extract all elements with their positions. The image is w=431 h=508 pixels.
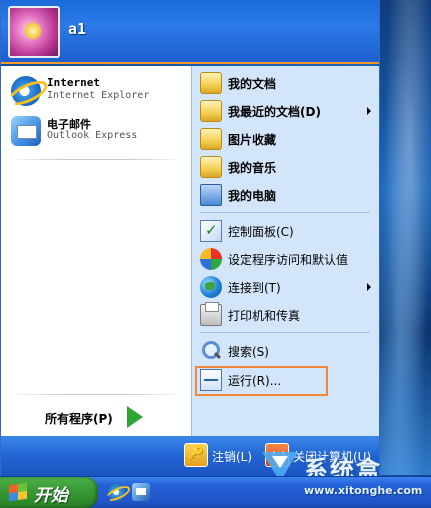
folder-icon (200, 128, 222, 150)
menu-item-label: 打印机和传真 (228, 309, 301, 323)
menu-item-connect-to[interactable]: 连接到(T) (200, 274, 375, 300)
logoff-label: 注销(L) (212, 450, 253, 464)
windows-flag-icon (9, 482, 27, 502)
key-icon (184, 443, 208, 467)
globe-icon (200, 276, 222, 298)
menu-item-my-music[interactable]: 我的音乐 (200, 154, 375, 180)
outlook-express-icon (11, 116, 41, 146)
run-highlight-box (195, 366, 328, 396)
default-programs-icon (200, 248, 222, 270)
menu-item-recent-documents[interactable]: 我最近的文档(D) (200, 98, 375, 124)
menu-item-label: 我的音乐 (228, 161, 277, 175)
pinned-item-subtitle: Internet Explorer (47, 90, 150, 101)
watermark-url: www.xitonghe.com (304, 484, 423, 497)
all-programs-button[interactable]: 所有程序(P) (45, 406, 185, 430)
menu-item-label: 搜索(S) (228, 345, 269, 359)
internet-explorer-icon (11, 76, 41, 106)
menu-item-label: 我的电脑 (228, 189, 277, 203)
submenu-arrow-icon (367, 107, 371, 115)
arrow-right-icon (127, 406, 143, 428)
all-programs-label: 所有程序(P) (45, 412, 113, 426)
quicklaunch-internet-explorer-icon[interactable] (108, 483, 126, 501)
pinned-programs-panel: Internet Internet Explorer 电子邮件 Outlook … (1, 66, 191, 436)
pinned-item-email[interactable]: 电子邮件 Outlook Express (11, 114, 186, 152)
pinned-item-subtitle: Outlook Express (47, 130, 138, 141)
start-label: 开始 (34, 486, 68, 506)
printer-icon (200, 302, 222, 326)
menu-item-my-computer[interactable]: 我的电脑 (200, 182, 375, 208)
control-panel-icon (200, 220, 222, 242)
menu-item-label: 设定程序访问和默认值 (228, 253, 349, 267)
divider (200, 212, 370, 213)
quicklaunch-outlook-express-icon[interactable] (132, 483, 150, 501)
folder-icon (200, 156, 222, 178)
start-button[interactable]: 开始 (0, 477, 98, 508)
menu-item-default-programs[interactable]: 设定程序访问和默认值 (200, 246, 375, 272)
menu-item-control-panel[interactable]: 控制面板(C) (200, 218, 375, 244)
divider (9, 394, 183, 395)
search-icon (200, 340, 222, 362)
desktop-wallpaper (378, 0, 431, 475)
menu-item-printers-faxes[interactable]: 打印机和传真 (200, 302, 375, 328)
menu-item-label: 控制面板(C) (228, 225, 294, 239)
submenu-arrow-icon (367, 283, 371, 291)
menu-item-my-pictures[interactable]: 图片收藏 (200, 126, 375, 152)
pinned-item-internet[interactable]: Internet Internet Explorer (11, 74, 186, 112)
user-name: a1 (68, 20, 87, 38)
start-menu-header: a1 (1, 0, 379, 64)
computer-icon (200, 184, 222, 206)
folder-icon (200, 72, 222, 94)
menu-item-label: 图片收藏 (228, 133, 277, 147)
divider (9, 159, 183, 160)
menu-item-search[interactable]: 搜索(S) (200, 338, 375, 364)
menu-item-my-documents[interactable]: 我的文档 (200, 70, 375, 96)
divider (200, 332, 370, 333)
folder-icon (200, 100, 222, 122)
menu-item-label: 我的文档 (228, 77, 277, 91)
pinned-item-title: Internet (47, 76, 100, 89)
menu-item-label: 我最近的文档(D) (228, 105, 321, 119)
start-menu: a1 Internet Internet Explorer 电子邮件 Outlo… (0, 0, 380, 476)
menu-item-label: 连接到(T) (228, 281, 281, 295)
user-avatar[interactable] (8, 6, 60, 58)
